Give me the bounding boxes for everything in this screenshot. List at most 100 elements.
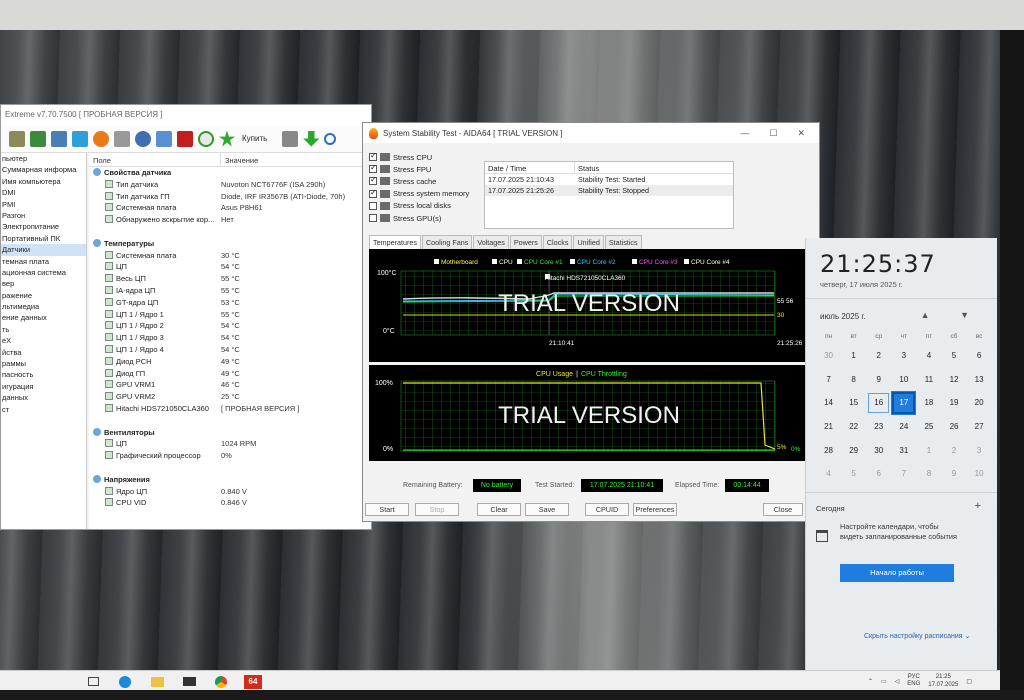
group-header[interactable]: Свойства датчика [89, 167, 371, 179]
chip-icon[interactable] [51, 130, 67, 147]
stress-checkbox[interactable] [369, 214, 377, 223]
month-nav-arrows[interactable]: ▲ ▼ [921, 310, 983, 320]
sensor-row[interactable]: IA-ядра ЦП 55 °C [89, 285, 371, 297]
calendar-day[interactable]: 5 [941, 344, 966, 368]
calendar-day[interactable]: 20 [967, 391, 992, 415]
tab-temperatures[interactable]: Temperatures [369, 235, 421, 250]
tree-item[interactable]: ть [1, 324, 86, 335]
calendar-day[interactable]: 6 [967, 344, 992, 368]
calendar-day[interactable]: 28 [816, 439, 841, 463]
sensor-row[interactable]: GPU VRM2 25 °C [89, 391, 371, 403]
tree-item[interactable]: вер [1, 278, 86, 289]
hide-schedule-link[interactable]: Скрыть настройку расписания ⌄ [864, 632, 970, 640]
calendar-day[interactable]: 12 [941, 368, 966, 392]
group-header[interactable]: Напряжения [89, 474, 371, 486]
sensor-row[interactable]: ЦП 1 / Ядро 2 54 °C [89, 320, 371, 332]
report-icon[interactable] [9, 130, 25, 147]
star-icon[interactable] [219, 130, 235, 147]
sensor-row[interactable]: ЦП 1 / Ядро 1 55 °C [89, 309, 371, 321]
memory-icon[interactable] [30, 130, 46, 147]
stress-option[interactable]: Stress system memory [369, 188, 481, 200]
cpuid-button[interactable]: CPUID [585, 503, 629, 516]
save-button[interactable]: Save [525, 503, 569, 516]
calendar-day[interactable]: 8 [916, 462, 941, 486]
legend-checkbox[interactable] [684, 259, 689, 264]
mail-icon[interactable] [180, 675, 198, 689]
maximize-button[interactable]: ☐ [769, 128, 777, 139]
calendar-day[interactable]: 10 [891, 368, 916, 392]
calendar-day[interactable]: 6 [866, 462, 891, 486]
volume-icon[interactable]: ◁ [895, 678, 900, 685]
stress-option[interactable]: Stress CPU [369, 151, 481, 163]
calendar-day[interactable]: 18 [916, 391, 941, 415]
add-event-icon[interactable]: + [975, 500, 981, 512]
calendar-day[interactable]: 10 [967, 462, 992, 486]
calendar-day[interactable]: 2 [866, 344, 891, 368]
legend-checkbox[interactable] [632, 259, 637, 264]
clear-button[interactable]: Clear [477, 503, 521, 516]
get-started-button[interactable]: Начало работы [840, 564, 954, 582]
tree-item[interactable]: Датчики [1, 244, 86, 256]
calendar-day[interactable]: 26 [941, 415, 966, 439]
calendar-month[interactable]: июль 2025 г. [820, 312, 866, 321]
tree-item[interactable]: раммы [1, 358, 86, 369]
sensor-row[interactable]: Системная плата Asus P8H61 [89, 202, 371, 214]
calendar-day[interactable]: 9 [941, 462, 966, 486]
download-arrow-icon[interactable] [303, 130, 320, 147]
tree-item[interactable]: пасность [1, 369, 86, 380]
tree-item[interactable]: Разгон [1, 210, 86, 221]
notifications-icon[interactable]: ▢ [966, 678, 972, 685]
edge-icon[interactable] [116, 675, 134, 689]
legend-checkbox[interactable] [517, 259, 522, 264]
sensor-row[interactable]: GT-ядра ЦП 53 °C [89, 297, 371, 309]
calendar-day[interactable]: 29 [841, 439, 866, 463]
calendar-day[interactable]: 4 [916, 344, 941, 368]
tree-item[interactable]: льтимедиа [1, 301, 86, 312]
sensor-row[interactable]: Тип датчика Nuvoton NCT6776F (ISA 290h) [89, 179, 371, 191]
sensor-row[interactable]: Диод ГП 49 °C [89, 368, 371, 380]
tree-item[interactable]: ражение [1, 290, 86, 301]
tab-statistics[interactable]: Statistics [604, 235, 642, 250]
minimize-button[interactable]: — [740, 128, 749, 139]
legend-checkbox[interactable] [492, 259, 497, 264]
calendar-day[interactable]: 25 [916, 415, 941, 439]
network-tray-icon[interactable]: ▭ [881, 678, 887, 685]
close-button[interactable]: Close [763, 503, 803, 516]
sensor-row[interactable] [89, 415, 371, 427]
legend-checkbox[interactable] [434, 259, 439, 264]
log-row[interactable]: 17.07.2025 21:10:43 Stability Test: Star… [485, 174, 733, 185]
stress-checkbox[interactable] [369, 188, 377, 198]
calendar-day[interactable]: 31 [891, 439, 916, 463]
stress-checkbox[interactable] [369, 151, 377, 162]
buy-button[interactable]: Купить [242, 134, 267, 143]
calendar-day[interactable]: 9 [866, 368, 891, 392]
stress-option[interactable]: Stress local disks [369, 200, 481, 212]
close-window-button[interactable]: ✕ [797, 128, 805, 139]
tree-item[interactable]: Портативный ПК [1, 233, 86, 244]
tab-clocks[interactable]: Clocks [542, 235, 573, 250]
sensor-row[interactable]: ЦП 1024 RPM [89, 438, 371, 450]
calendar-day[interactable]: 1 [841, 344, 866, 368]
calendar-day[interactable]: 30 [866, 439, 891, 463]
tree-item[interactable]: ационная система [1, 267, 86, 278]
log-column-status[interactable]: Status [575, 162, 602, 173]
flame-icon[interactable] [93, 130, 109, 147]
monitor-icon[interactable] [156, 130, 172, 147]
log-column-date[interactable]: Date / Time [485, 162, 575, 173]
taskbar-clock[interactable]: 21:25 17.07.2025 [928, 673, 958, 689]
calendar-day[interactable]: 30 [816, 344, 841, 368]
sensor-row[interactable]: ЦП 1 / Ядро 3 54 °C [89, 332, 371, 344]
sensor-row[interactable]: ЦП 1 / Ядро 4 54 °C [89, 344, 371, 356]
calendar-day[interactable]: 23 [866, 415, 891, 439]
calendar-day[interactable]: 27 [967, 415, 992, 439]
start-button[interactable]: Start [365, 503, 409, 516]
task-view-icon[interactable] [84, 675, 102, 689]
sensor-row[interactable]: Системная плата 30 °C [89, 250, 371, 262]
calendar-day[interactable]: 24 [891, 415, 916, 439]
calendar-day[interactable]: 7 [816, 368, 841, 392]
stop-button[interactable]: Stop [415, 503, 459, 516]
stress-option[interactable]: Stress cache [369, 175, 481, 187]
calendar-day[interactable]: 11 [916, 368, 941, 392]
tree-item[interactable]: DMI [1, 187, 86, 198]
calendar-day[interactable]: 8 [841, 368, 866, 392]
